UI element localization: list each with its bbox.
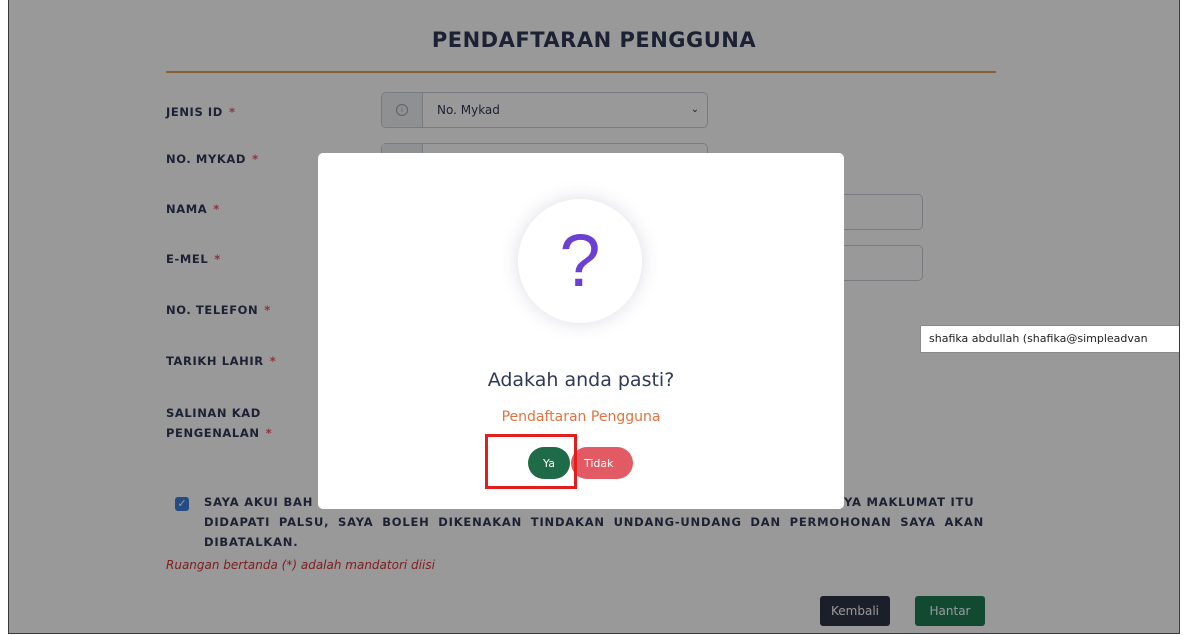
user-tooltip: shafika abdullah (shafika@simpleadvan (920, 325, 1179, 353)
dialog-subtitle: Pendaftaran Pengguna (501, 409, 661, 425)
app-frame: PENDAFTARAN PENGGUNA JENIS ID * NO. MYKAD… (8, 0, 1180, 634)
confirm-button[interactable]: Ya (528, 447, 570, 479)
cancel-button[interactable]: Tidak (571, 447, 633, 479)
dialog-title: Adakah anda pasti? (487, 369, 675, 391)
confirm-dialog: ? Adakah anda pasti? Pendaftaran Penggun… (318, 153, 844, 509)
question-mark-icon: ? (559, 219, 601, 302)
question-icon-circle: ? (518, 199, 642, 323)
